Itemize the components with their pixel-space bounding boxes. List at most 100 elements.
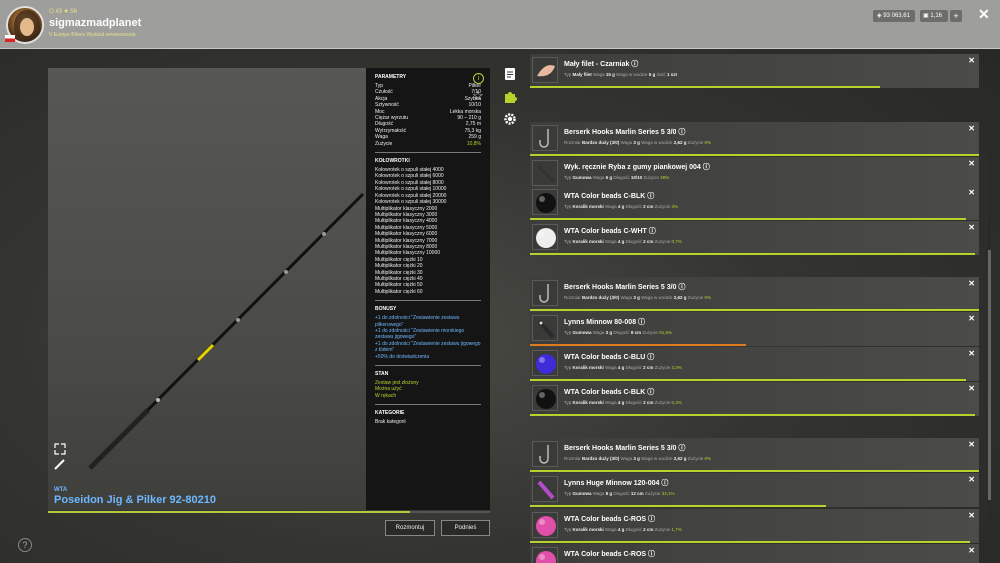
- item-name: WTA Color beads C-ROS ⓘ: [564, 551, 655, 558]
- wear-bar: [530, 344, 746, 346]
- wear-bar: [530, 379, 966, 381]
- money-value: 93 063,61: [883, 13, 910, 19]
- rod-brand: WTA: [54, 487, 68, 493]
- reels-list: Kołowrotek o szpuli stałej 4000 Kołowrote…: [375, 167, 481, 295]
- close-button[interactable]: ✕: [978, 6, 990, 23]
- params-header: PARAMETRY: [375, 74, 407, 80]
- pencil-icon[interactable]: [54, 458, 66, 470]
- item-name: WTA Color beads C-ROS ⓘ: [564, 516, 655, 523]
- bonus-item: +1 do zdolności "Zestawienie zestawu jig…: [375, 340, 481, 354]
- add-currency-button[interactable]: +: [950, 10, 962, 22]
- remove-button[interactable]: ✕: [968, 124, 975, 133]
- remove-button[interactable]: ✕: [968, 188, 975, 197]
- hook-icon: [532, 125, 558, 151]
- param-value: 10,8%: [466, 140, 481, 147]
- item-name: WTA Color beads C-BLK ⓘ: [564, 389, 655, 396]
- bonus-item: +1 do zdolności "Zestawienie zestawu pil…: [375, 315, 460, 328]
- item-name: Wyk. ręcznie Ryba z gumy piankowej 004 ⓘ: [564, 164, 710, 171]
- puzzle-icon[interactable]: [503, 90, 517, 104]
- rod-name: Poseidon Jig & Pilker 92-80210: [54, 494, 217, 506]
- stats-panel: PARAMETRY Typ Pilker Czułość 7/10 Akcja Szybk…: [366, 68, 490, 510]
- item-details: Typ Koralik morski Waga 4 g Długość 2 cm…: [564, 400, 682, 405]
- wear-bar: [530, 253, 975, 255]
- bonus-item: +1 do zdolności "Zestawienie morskiego z…: [375, 328, 465, 341]
- reels-header: KOŁOWROTKI: [375, 158, 410, 165]
- wear-bar: [530, 154, 979, 156]
- bead-black-icon: [532, 385, 558, 411]
- dismantle-button[interactable]: Rozmontuj: [385, 520, 435, 536]
- gold-value: 1,16: [930, 13, 943, 19]
- wear-bar: [530, 86, 881, 88]
- item-details: Typ Koralik morski Waga 4 g Długość 2 cm…: [564, 204, 678, 209]
- tackle-item[interactable]: Berserk Hooks Marlin Series 5 3/0 ⓘ Rozmi…: [530, 122, 979, 156]
- minnow-purple-icon: [532, 476, 558, 502]
- scrollbar-thumb[interactable]: [988, 250, 991, 500]
- tackle-item[interactable]: WTA Color beads C-ROS ⓘ ✕: [530, 544, 979, 563]
- wear-bar: [530, 470, 979, 472]
- tackle-list[interactable]: Mały filet - Czarniak ⓘ Typ Mały filet Wa…: [530, 49, 980, 563]
- item-details: Rozmiar Bardzo duży (3/0) Waga 3 g Waga …: [564, 140, 712, 145]
- gear-icon[interactable]: [503, 112, 517, 126]
- rod-image: [88, 192, 365, 470]
- wear-bar: [530, 414, 975, 416]
- item-details: Typ Gumowa Waga 3 g Długość 8 cm Zużycie…: [564, 330, 672, 335]
- item-details: Typ Gumowa Waga 6 g Długość 10/10 Zużyci…: [564, 175, 670, 180]
- help-icon[interactable]: ?: [18, 538, 32, 552]
- remove-button[interactable]: ✕: [968, 511, 975, 520]
- top-bar: ⭘ 43 ★ 56 sigmazmadplanet V Europe Biker…: [0, 0, 1000, 49]
- param-key: Zużycie: [375, 140, 393, 147]
- tackle-item[interactable]: Lynns Huge Minnow 120-004 ⓘ Typ Gumowa Wa…: [530, 473, 979, 507]
- wear-bar: [530, 218, 966, 220]
- category-header: KATEGORIE: [375, 410, 405, 417]
- remove-button[interactable]: ✕: [968, 349, 975, 358]
- hook-icon: [532, 280, 558, 306]
- remove-button[interactable]: ✕: [968, 314, 975, 323]
- pickup-button[interactable]: Podnieś: [441, 520, 490, 536]
- remove-button[interactable]: ✕: [968, 440, 975, 449]
- item-name: WTA Color beads C-BLK ⓘ: [564, 193, 655, 200]
- item-name: Mały filet - Czarniak ⓘ: [564, 61, 639, 68]
- wear-bar: [530, 505, 827, 507]
- bead-black-icon: [532, 189, 558, 215]
- remove-button[interactable]: ✕: [968, 223, 975, 232]
- username: sigmazmadplanet: [49, 17, 142, 29]
- remove-button[interactable]: ✕: [968, 279, 975, 288]
- tackle-item[interactable]: WTA Color beads C-BLK ⓘ Typ Koralik morsk…: [530, 186, 979, 220]
- tackle-item[interactable]: WTA Color beads C-WHT ⓘ Typ Koralik morsk…: [530, 221, 979, 255]
- rod-condition-fill: [48, 511, 411, 513]
- item-name: Berserk Hooks Marlin Series 5 3/0 ⓘ: [564, 129, 686, 136]
- item-name: Berserk Hooks Marlin Series 5 3/0 ⓘ: [564, 284, 686, 291]
- tackle-item[interactable]: WTA Color beads C-ROS ⓘ Typ Koralik morsk…: [530, 509, 979, 543]
- flag-icon: [5, 35, 15, 42]
- money-balance: ◈ 93 063,61: [873, 10, 915, 22]
- expand-icon[interactable]: [54, 443, 66, 455]
- remove-button[interactable]: ✕: [968, 546, 975, 555]
- bead-pink-icon: [532, 512, 558, 538]
- item-details: Rozmiar Bardzo duży (3/0) Waga 3 g Waga …: [564, 295, 712, 300]
- star-icon[interactable]: ☆: [472, 89, 484, 102]
- user-stats: ⭘ 43 ★ 56: [49, 9, 77, 15]
- document-icon[interactable]: [503, 67, 517, 81]
- tackle-item[interactable]: Lynns Minnow 80-008 ⓘ Typ Gumowa Waga 3 g…: [530, 312, 979, 346]
- tackle-item[interactable]: Berserk Hooks Marlin Series 5 3/0 ⓘ Rozmi…: [530, 438, 979, 472]
- user-subline: V Europe Bikers Wydział serwisowania: [49, 32, 136, 38]
- remove-button[interactable]: ✕: [968, 56, 975, 65]
- remove-button[interactable]: ✕: [968, 159, 975, 168]
- tackle-item[interactable]: Berserk Hooks Marlin Series 5 3/0 ⓘ Rozmi…: [530, 277, 979, 311]
- tackle-item[interactable]: WTA Color beads C-BLK ⓘ Typ Koralik morsk…: [530, 382, 979, 416]
- wear-bar: [530, 541, 971, 543]
- minnow-icon: [532, 315, 558, 341]
- remove-button[interactable]: ✕: [968, 475, 975, 484]
- bead-white-icon: [532, 224, 558, 250]
- state-header: STAN: [375, 371, 389, 378]
- bead-pink-icon: [532, 547, 558, 563]
- remove-button[interactable]: ✕: [968, 384, 975, 393]
- item-details: Typ Mały filet Waga 15 g Waga w wodzie 5…: [564, 72, 678, 77]
- wear-bar: [530, 309, 979, 311]
- info-icon[interactable]: i: [473, 73, 484, 84]
- param-row: Zużycie 10,8%: [375, 141, 481, 147]
- tackle-item[interactable]: WTA Color beads C-BLU ⓘ Typ Koralik morsk…: [530, 347, 979, 381]
- item-details: Typ Koralik morski Waga 4 g Długość 2 cm…: [564, 239, 682, 244]
- item-name: WTA Color beads C-BLU ⓘ: [564, 354, 655, 361]
- tackle-item[interactable]: Mały filet - Czarniak ⓘ Typ Mały filet Wa…: [530, 54, 979, 88]
